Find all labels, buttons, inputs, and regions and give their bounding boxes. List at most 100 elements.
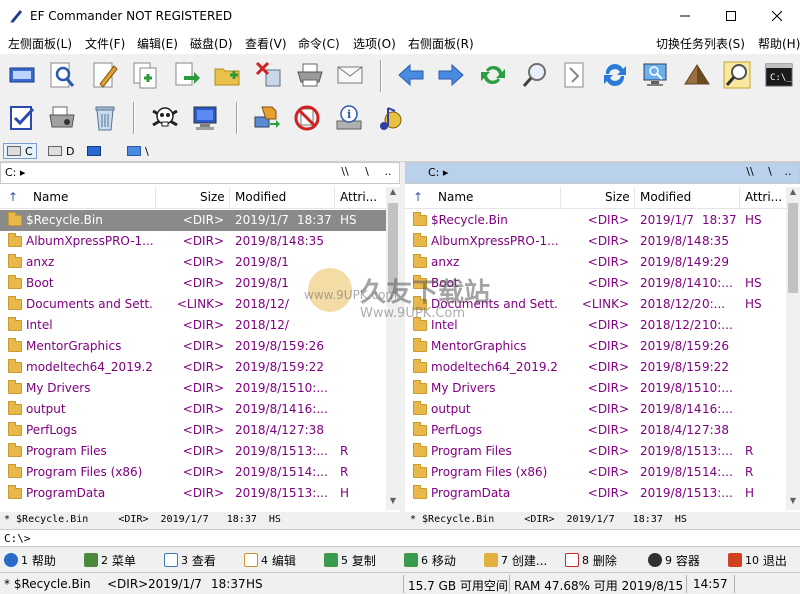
move-button[interactable] (170, 58, 204, 92)
col-name[interactable]: Name (33, 190, 68, 204)
drive-d-button[interactable]: D (48, 143, 74, 159)
scroll-down-icon[interactable]: ▼ (386, 496, 400, 510)
info-button[interactable]: i (332, 101, 366, 135)
f4-edit-button[interactable]: 4 编辑 (244, 550, 296, 570)
compare-button[interactable] (558, 58, 592, 92)
right-root-button[interactable]: \\ (742, 165, 758, 181)
file-row[interactable]: anxz <DIR> 2019/8/1 (0, 252, 386, 273)
col-attr[interactable]: Attri... (745, 190, 785, 204)
right-backslash-button[interactable]: \ (762, 165, 778, 181)
scanner-button[interactable] (45, 101, 79, 135)
left-up-button[interactable]: .. (380, 165, 396, 181)
file-row[interactable]: output <DIR> 2019/8/14 16:... (0, 399, 386, 420)
file-row[interactable]: MentorGraphics <DIR> 2019/8/15 9:26 (405, 336, 786, 357)
menu-command[interactable]: 命令(C) (298, 35, 340, 52)
col-attr[interactable]: Attri... (340, 190, 384, 204)
forward-button[interactable] (434, 58, 468, 92)
select-button[interactable] (5, 101, 39, 135)
maximize-button[interactable] (708, 0, 754, 32)
copy-button[interactable] (128, 58, 162, 92)
file-row[interactable]: $Recycle.Bin <DIR> 2019/1/7 18:37 HS (0, 210, 386, 231)
f6-move-button[interactable]: 6 移动 (404, 550, 456, 570)
left-path-bar[interactable]: C: ▸ \\ \ .. (0, 162, 400, 184)
file-row[interactable]: My Drivers <DIR> 2019/8/15 10:... (405, 378, 786, 399)
scroll-up-icon[interactable]: ▲ (786, 187, 800, 201)
menu-left-panel[interactable]: 左侧面板(L) (8, 35, 72, 52)
scroll-thumb[interactable] (388, 203, 398, 293)
file-row[interactable]: Program Files <DIR> 2019/8/15 13:... R (405, 441, 786, 462)
pyramid-button[interactable] (680, 58, 714, 92)
menu-file[interactable]: 文件(F) (85, 35, 125, 52)
print-button[interactable] (293, 58, 327, 92)
col-size[interactable]: Size (200, 190, 225, 204)
file-row[interactable]: Documents and Sett... <LINK> 2018/12/220:.… (405, 294, 786, 315)
email-button[interactable] (333, 58, 367, 92)
f9-container-button[interactable]: 9 容器 (648, 550, 700, 570)
left-root-button[interactable]: \\ (337, 165, 353, 181)
left-backslash-button[interactable]: \ (359, 165, 375, 181)
f1-help-button[interactable]: 1 帮助 (4, 550, 56, 570)
nofile-button[interactable] (290, 101, 324, 135)
refresh-button[interactable] (476, 58, 510, 92)
find-button[interactable] (45, 58, 79, 92)
f5-copy-button[interactable]: 5 复制 (324, 550, 376, 570)
sync-button[interactable] (598, 58, 632, 92)
music-button[interactable] (373, 101, 407, 135)
drive-c-button[interactable]: C (3, 143, 37, 159)
file-row[interactable]: PerfLogs <DIR> 2018/4/12 7:38 (0, 420, 386, 441)
monitor-button[interactable] (638, 58, 672, 92)
close-button[interactable] (754, 0, 800, 32)
file-row[interactable]: MentorGraphics <DIR> 2019/8/15 9:26 (0, 336, 386, 357)
file-row[interactable]: ProgramData <DIR> 2019/8/15 13:... H (0, 483, 386, 504)
file-row[interactable]: Intel <DIR> 2018/12/ (0, 315, 386, 336)
file-row[interactable]: AlbumXpressPRO-1... <DIR> 2019/8/14 8:35 (0, 231, 386, 252)
right-up-button[interactable]: .. (780, 165, 796, 181)
zoom-button[interactable] (720, 58, 754, 92)
file-row[interactable]: anxz <DIR> 2019/8/14 9:29 (405, 252, 786, 273)
file-row[interactable]: Documents and Sett... <LINK> 2018/12/ (0, 294, 386, 315)
newfolder-button[interactable] (210, 58, 244, 92)
console-button[interactable]: C:\_ (762, 58, 796, 92)
minimize-button[interactable] (662, 0, 708, 32)
scroll-thumb[interactable] (788, 203, 798, 293)
menu-view[interactable]: 查看(V) (245, 35, 287, 52)
col-modified[interactable]: Modified (640, 190, 691, 204)
file-row[interactable]: AlbumXpressPRO-1... <DIR> 2019/8/14 8:35 (405, 231, 786, 252)
menu-disk[interactable]: 磁盘(D) (190, 35, 233, 52)
menu-task-list[interactable]: 切换任务列表(S) (656, 35, 745, 52)
recycle-button[interactable] (88, 101, 122, 135)
left-scrollbar[interactable]: ▲ ▼ (386, 187, 400, 510)
menu-edit[interactable]: 编辑(E) (137, 35, 178, 52)
f7-create-button[interactable]: 7 创建... (484, 550, 547, 570)
file-row[interactable]: Intel <DIR> 2018/12/2210:... (405, 315, 786, 336)
drive-e-button[interactable] (87, 143, 105, 159)
desktop-button[interactable] (188, 101, 222, 135)
scroll-down-icon[interactable]: ▼ (786, 496, 800, 510)
delete-button[interactable] (252, 58, 286, 92)
f8-delete-button[interactable]: 8 删除 (565, 550, 617, 570)
edit-button[interactable] (88, 58, 122, 92)
file-row[interactable]: modeltech64_2019.2 <DIR> 2019/8/15 9:22 (0, 357, 386, 378)
back-button[interactable] (394, 58, 428, 92)
skull-button[interactable] (148, 101, 182, 135)
file-row[interactable]: output <DIR> 2019/8/14 16:... (405, 399, 786, 420)
file-row[interactable]: $Recycle.Bin <DIR> 2019/1/7 18:37 HS (405, 210, 786, 231)
search-button[interactable] (518, 58, 552, 92)
file-row[interactable]: Program Files (x86) <DIR> 2019/8/15 14:... R (0, 462, 386, 483)
file-row[interactable]: Program Files <DIR> 2019/8/15 13:... R (0, 441, 386, 462)
file-row[interactable]: PerfLogs <DIR> 2018/4/12 7:38 (405, 420, 786, 441)
col-modified[interactable]: Modified (235, 190, 286, 204)
drive-button[interactable] (5, 58, 39, 92)
network-button[interactable] (250, 101, 284, 135)
menu-right-panel[interactable]: 右侧面板(R) (408, 35, 474, 52)
command-line[interactable]: C:\> (0, 529, 800, 547)
col-size[interactable]: Size (605, 190, 630, 204)
network-drive-button[interactable]: \ (127, 143, 149, 159)
file-row[interactable]: Boot <DIR> 2019/8/14 10:... HS (405, 273, 786, 294)
right-scrollbar[interactable]: ▲ ▼ (786, 187, 800, 510)
scroll-up-icon[interactable]: ▲ (386, 187, 400, 201)
menu-help[interactable]: 帮助(H) (758, 35, 800, 52)
f10-exit-button[interactable]: 10 退出 (728, 550, 787, 570)
file-row[interactable]: ProgramData <DIR> 2019/8/15 13:... H (405, 483, 786, 504)
file-row[interactable]: Program Files (x86) <DIR> 2019/8/15 14:... R (405, 462, 786, 483)
